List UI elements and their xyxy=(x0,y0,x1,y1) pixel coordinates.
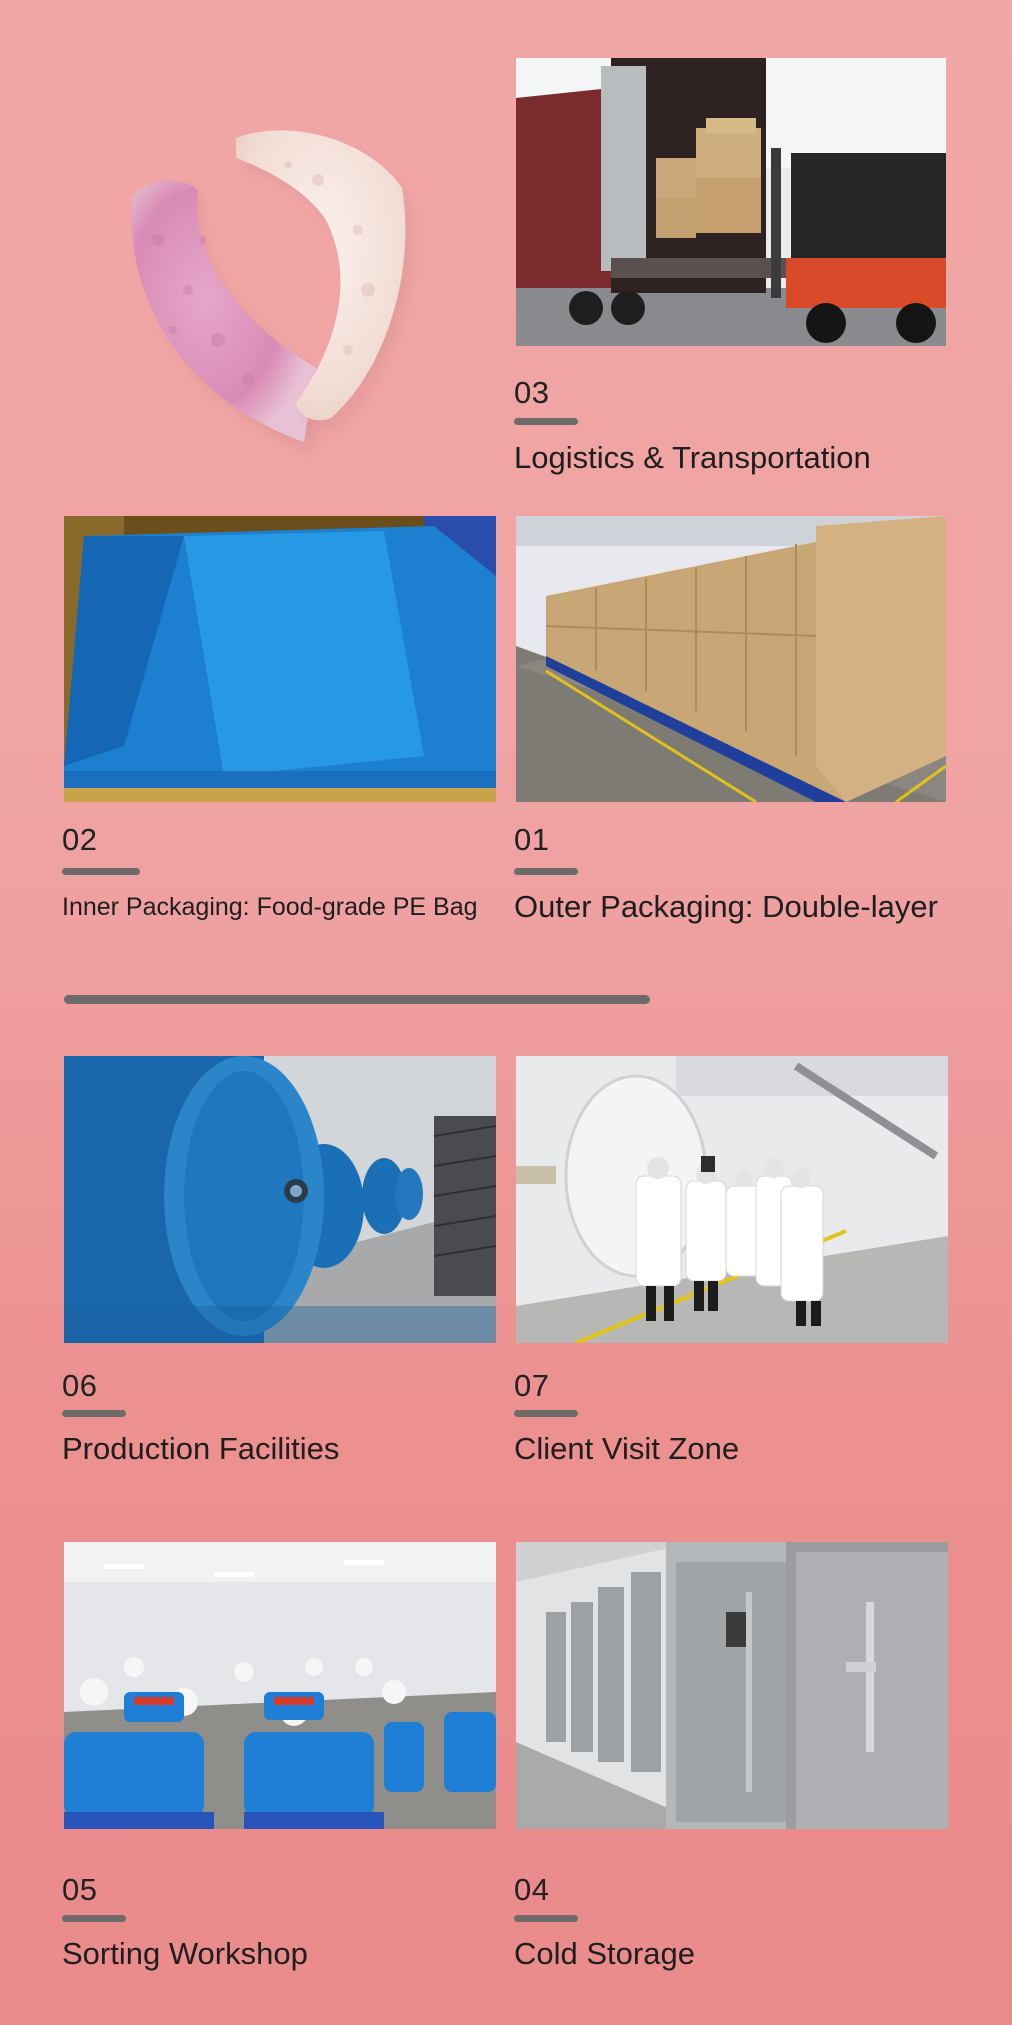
logistics-title: Logistics & Transportation xyxy=(514,440,871,475)
client-visit-photo xyxy=(516,1056,948,1343)
outer-packaging-accent-bar xyxy=(514,868,578,875)
client-visit-accent-bar xyxy=(514,1410,578,1417)
sorting-number: 05 xyxy=(62,1872,98,1907)
outer-packaging-title: Outer Packaging: Double-layer xyxy=(514,889,938,924)
cold-storage-title: Cold Storage xyxy=(514,1936,695,1971)
cold-storage-photo xyxy=(516,1542,948,1829)
inner-packaging-photo xyxy=(64,516,496,802)
production-photo xyxy=(64,1056,496,1343)
sorting-accent-bar xyxy=(62,1915,126,1922)
client-visit-number: 07 xyxy=(514,1368,550,1403)
production-number: 06 xyxy=(62,1368,98,1403)
client-visit-title: Client Visit Zone xyxy=(514,1431,740,1466)
logistics-accent-bar xyxy=(514,418,578,425)
production-title: Production Facilities xyxy=(62,1431,340,1466)
inner-packaging-accent-bar xyxy=(62,868,140,875)
cold-storage-number: 04 xyxy=(514,1872,550,1907)
product-image xyxy=(118,120,428,460)
production-accent-bar xyxy=(62,1410,126,1417)
outer-packaging-photo xyxy=(516,516,946,802)
outer-packaging-number: 01 xyxy=(514,822,550,857)
cold-storage-accent-bar xyxy=(514,1915,578,1922)
inner-packaging-title: Inner Packaging: Food-grade PE Bag xyxy=(62,893,478,921)
section-divider xyxy=(64,995,650,1004)
logistics-photo xyxy=(516,58,946,346)
sorting-title: Sorting Workshop xyxy=(62,1936,308,1971)
inner-packaging-number: 02 xyxy=(62,822,98,857)
logistics-number: 03 xyxy=(514,375,550,410)
sorting-photo xyxy=(64,1542,496,1829)
